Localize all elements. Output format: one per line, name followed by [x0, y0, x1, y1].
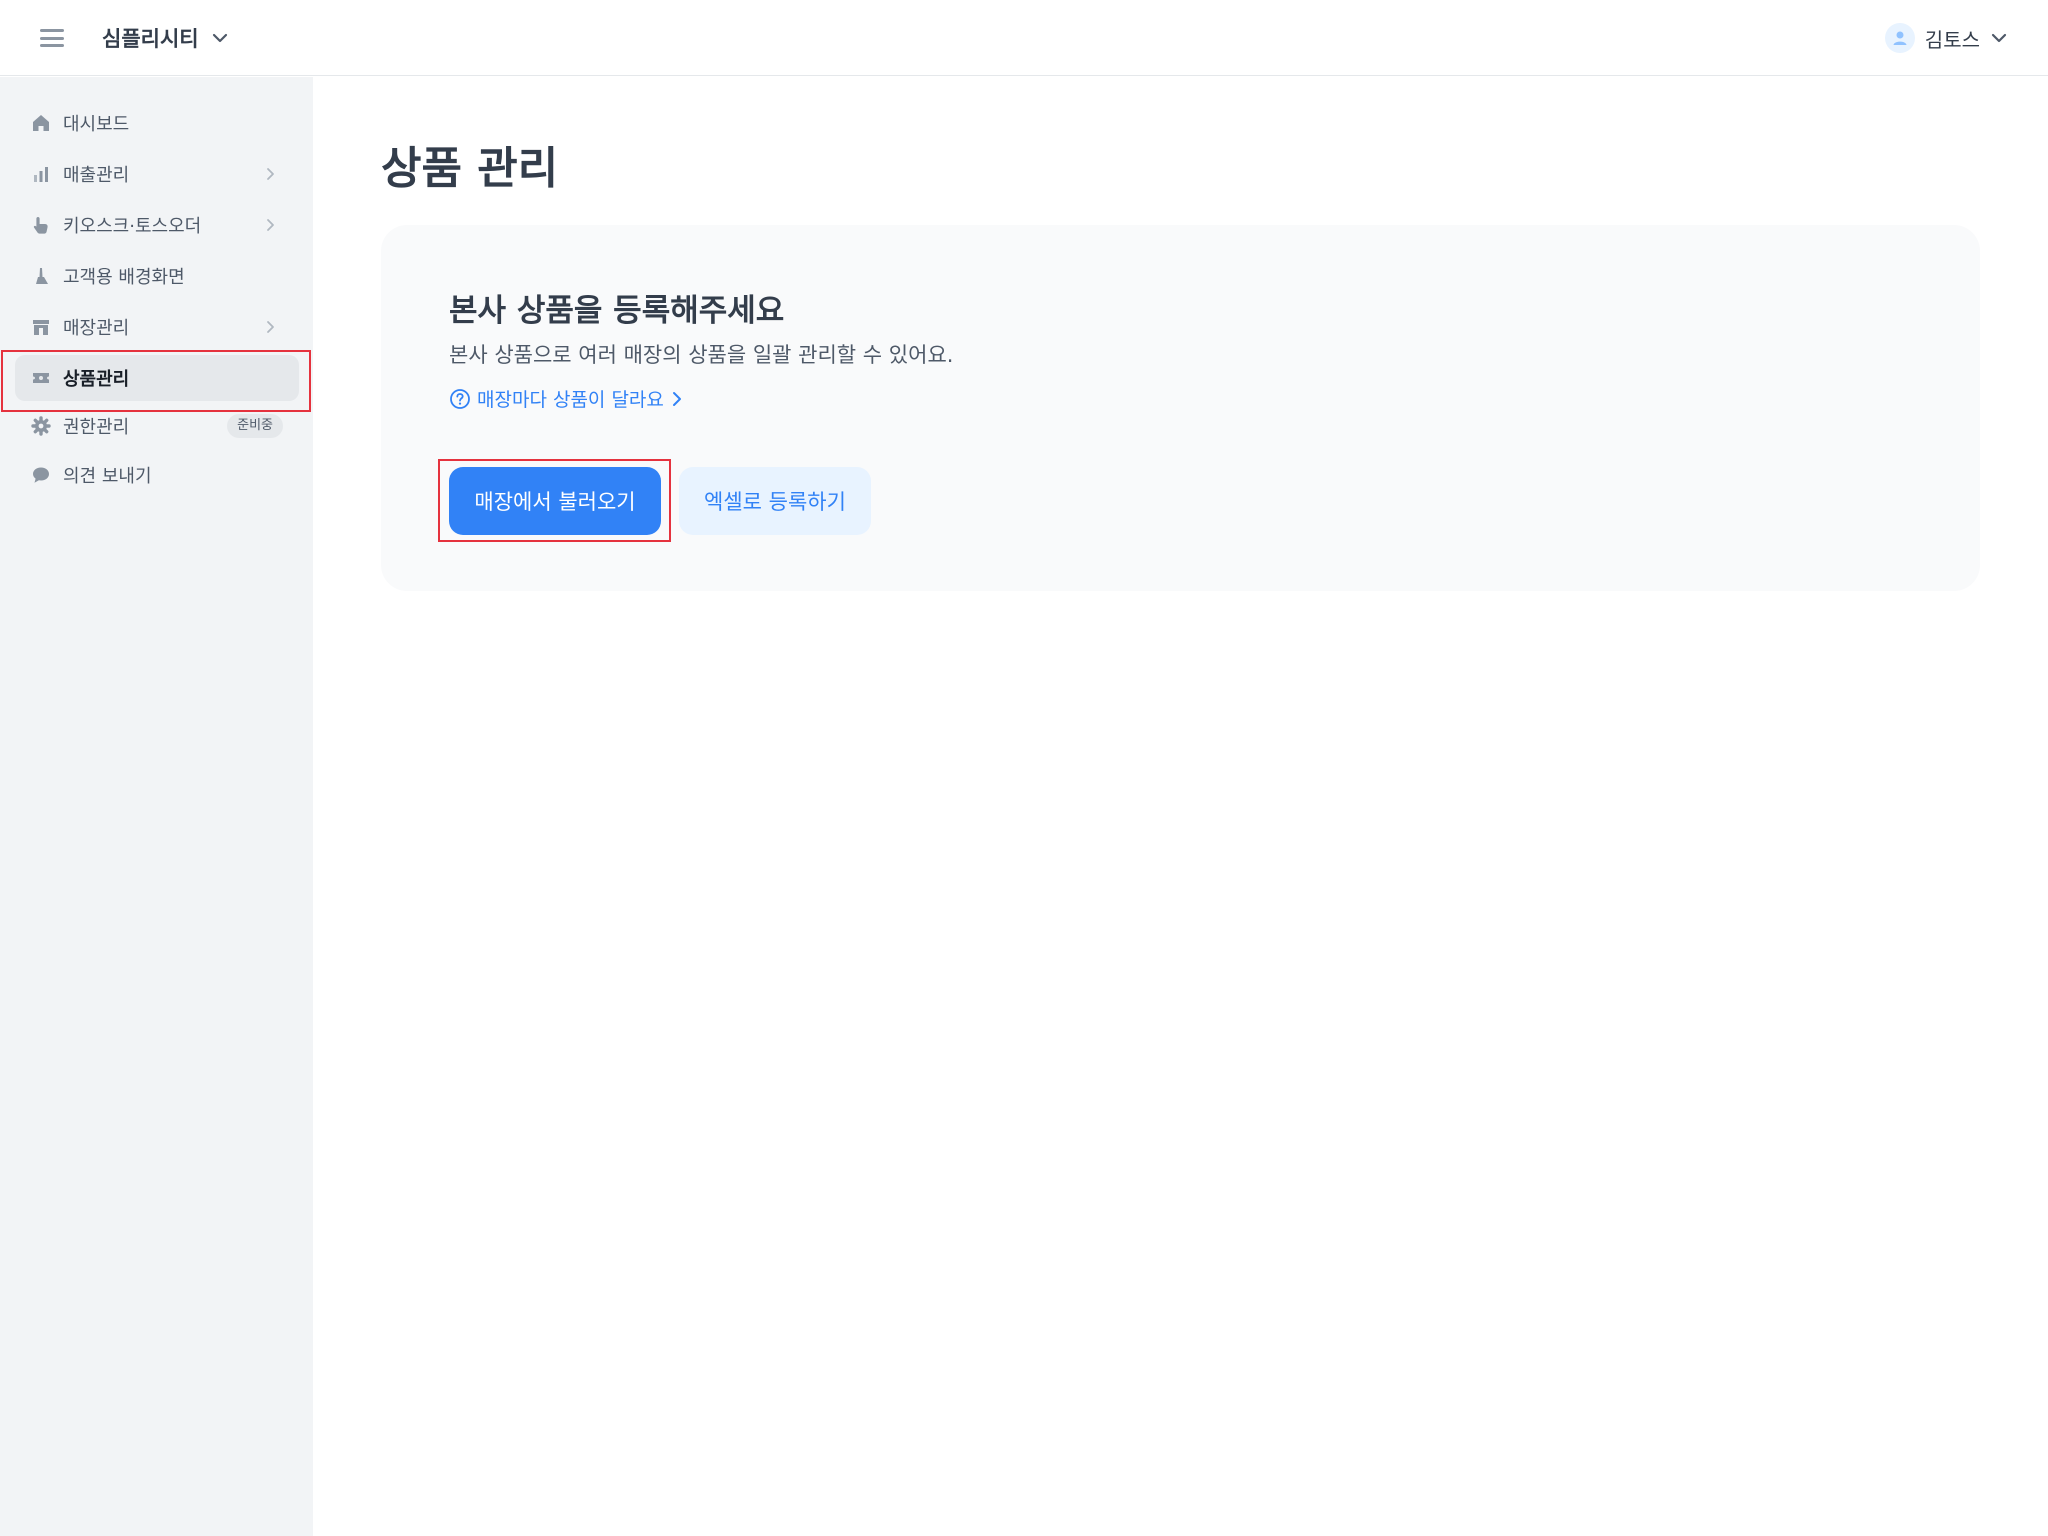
chevron-down-icon	[212, 33, 227, 43]
help-link-label: 매장마다 상품이 달라요	[477, 389, 664, 411]
top-bar: 심플리시티 김토스	[0, 0, 2048, 76]
chat-bubble-icon	[33, 467, 49, 483]
org-switcher[interactable]: 심플리시티	[102, 22, 229, 54]
user-name: 김토스	[1924, 27, 1980, 52]
org-name: 심플리시티	[102, 27, 199, 51]
chevron-right-icon	[267, 168, 274, 180]
pointer-hand-icon	[33, 217, 48, 234]
user-icon	[1893, 31, 1907, 45]
sidebar-item-feedback[interactable]: 의견 보내기	[15, 455, 299, 495]
chevron-right-icon	[267, 219, 274, 231]
sidebar: 대시보드 매출관리 키오스크·토스오더 고객용 배경화면 매장관리 상품관리 권…	[0, 77, 313, 1536]
home-icon	[33, 115, 49, 131]
brush-icon	[36, 268, 48, 284]
user-menu[interactable]: 김토스	[1884, 22, 2008, 54]
sidebar-item-permissions[interactable]: 권한관리 준비중	[15, 406, 299, 446]
question-circle-icon	[450, 388, 470, 409]
sidebar-item-customer-background[interactable]: 고객용 배경화면	[15, 253, 299, 299]
chevron-down-icon	[1991, 33, 2007, 43]
status-badge: 준비중	[227, 414, 283, 438]
import-from-store-button[interactable]: 매장에서 불러오기	[449, 467, 661, 535]
sidebar-item-dashboard[interactable]: 대시보드	[15, 100, 299, 146]
card-title: 본사 상품을 등록해주세요	[449, 293, 785, 329]
ticket-icon	[33, 373, 49, 383]
chevron-right-icon	[267, 321, 274, 333]
store-icon	[33, 320, 49, 335]
sidebar-item-store[interactable]: 매장관리	[15, 304, 299, 350]
sidebar-item-kiosk[interactable]: 키오스크·토스오더	[15, 202, 299, 248]
menu-icon[interactable]	[38, 24, 66, 52]
empty-state-card: 본사 상품을 등록해주세요 본사 상품으로 여러 매장의 상품을 일괄 관리할 …	[381, 225, 1980, 591]
register-with-excel-button[interactable]: 엑셀로 등록하기	[679, 467, 871, 535]
sidebar-item-sales[interactable]: 매출관리	[15, 151, 299, 197]
avatar	[1884, 23, 1915, 53]
sidebar-item-products[interactable]: 상품관리	[15, 355, 299, 401]
page-title: 상품 관리	[381, 143, 559, 194]
help-link[interactable]: 매장마다 상품이 달라요	[449, 385, 684, 412]
card-description: 본사 상품으로 여러 매장의 상품을 일괄 관리할 수 있어요.	[449, 343, 954, 367]
main-content: 상품 관리 본사 상품을 등록해주세요 본사 상품으로 여러 매장의 상품을 일…	[313, 77, 2048, 1536]
chevron-right-icon	[672, 391, 681, 406]
bar-chart-icon	[34, 167, 48, 182]
gear-icon	[31, 416, 51, 436]
